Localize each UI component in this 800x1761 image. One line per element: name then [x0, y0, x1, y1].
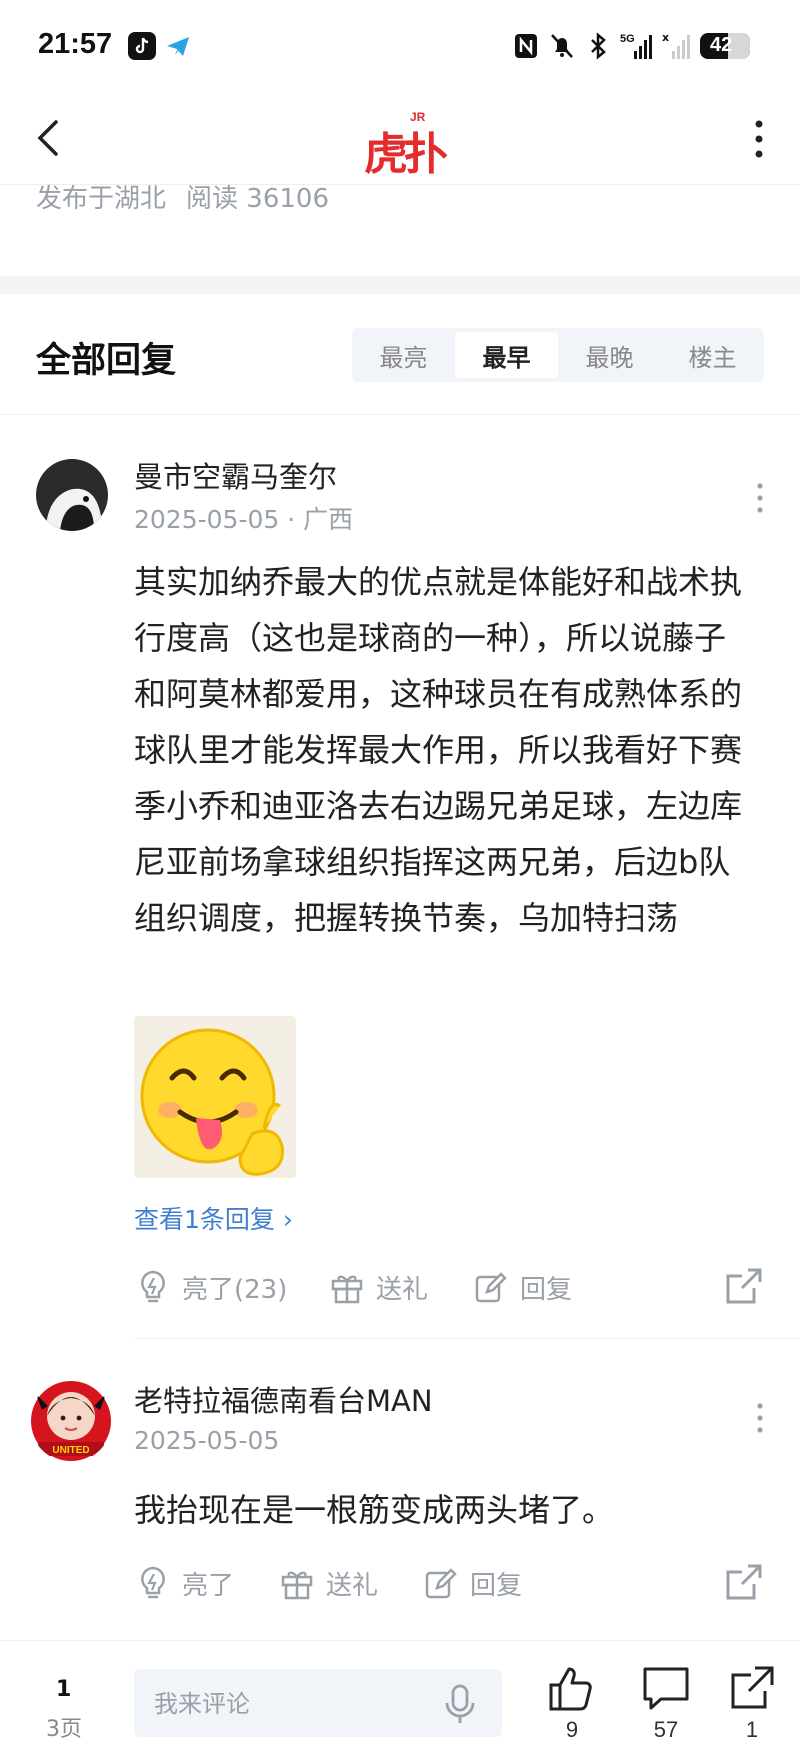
- share-button[interactable]: 1: [722, 1665, 782, 1755]
- comment-username[interactable]: 老特拉福德南看台MAN: [134, 1378, 433, 1420]
- replies-title: 全部回复: [36, 341, 177, 381]
- sort-tab-latest[interactable]: 最晚: [558, 328, 661, 382]
- telegram-icon: [164, 32, 192, 60]
- comment-body: 我抬现在是一根筋变成两头堵了。: [134, 1491, 615, 1529]
- like-button[interactable]: 亮了(23): [134, 1262, 287, 1312]
- hupu-logo: 虎扑 JR: [364, 110, 448, 180]
- edit-icon: [425, 1568, 457, 1599]
- signal-weak-icon: x: [662, 31, 690, 59]
- comment-meta: 2025-05-05 · 广西: [134, 505, 354, 534]
- gift-label: 送礼: [376, 1274, 429, 1305]
- post-meta: 发布于湖北 阅读 36106: [36, 178, 329, 215]
- section-divider: [0, 276, 800, 294]
- nfc-icon: [515, 34, 537, 58]
- status-icons: 5G x 42: [512, 30, 750, 62]
- lightbulb-icon: [141, 1566, 165, 1599]
- reply-label: 回复: [470, 1570, 523, 1601]
- svg-text:5G: 5G: [620, 33, 635, 45]
- microphone-icon[interactable]: [440, 1683, 480, 1725]
- post-reads: 阅读 36106: [186, 184, 329, 214]
- nav-bar: 虎扑 JR: [0, 92, 800, 185]
- like-label: 亮了(23): [182, 1274, 288, 1305]
- like-button[interactable]: 亮了: [134, 1558, 234, 1608]
- like-count: 9: [565, 1717, 579, 1742]
- avatar-text: UNITED: [52, 1445, 89, 1456]
- comment-username[interactable]: 曼市空霸马奎尔: [134, 454, 337, 496]
- avatar[interactable]: UNITED: [30, 1380, 112, 1462]
- svg-text:x: x: [662, 31, 669, 44]
- post-location: 发布于湖北: [36, 184, 167, 214]
- gift-button[interactable]: 送礼: [278, 1558, 378, 1608]
- page-current[interactable]: 1: [56, 1677, 71, 1702]
- comment-bubble-icon: [643, 1667, 689, 1710]
- status-bar: 21:57 5G x 42: [0, 0, 800, 92]
- reply-button[interactable]: 回复: [422, 1558, 522, 1608]
- gift-label: 送礼: [326, 1570, 379, 1601]
- comment-count: 57: [653, 1717, 679, 1742]
- comments-button[interactable]: 57: [636, 1665, 696, 1755]
- share-count: 1: [745, 1717, 759, 1742]
- sticker-image[interactable]: [134, 1016, 296, 1178]
- view-replies-link[interactable]: 查看1条回复 ›: [134, 1200, 293, 1236]
- edit-icon: [475, 1272, 507, 1303]
- gift-icon: [281, 1571, 313, 1600]
- share-icon[interactable]: [724, 1266, 764, 1306]
- tiktok-icon: [128, 32, 156, 60]
- bottom-bar: 1 3页 9 57 1: [0, 1640, 800, 1761]
- comment-input-box[interactable]: [134, 1669, 502, 1739]
- more-vertical-icon[interactable]: [744, 116, 774, 162]
- sort-tab-earliest[interactable]: 最早: [455, 332, 558, 378]
- comment-item: UNITED 老特拉福德南看台MAN 2025-05-05 我抬现在是一根筋变成…: [0, 1344, 800, 1640]
- view-replies-label: 查看1条回复: [134, 1205, 275, 1234]
- page-total[interactable]: 3页: [46, 1711, 82, 1743]
- comment-actions: 亮了(23) 送礼 回复: [134, 1262, 764, 1312]
- thumbs-up-icon: [549, 1667, 592, 1711]
- status-time: 21:57: [38, 28, 113, 60]
- comment-item: 曼市空霸马奎尔 2025-05-05 · 广西 其实加纳乔最大的优点就是体能好和…: [0, 414, 800, 1344]
- like-label: 亮了: [182, 1570, 235, 1601]
- logo-badge: JR: [410, 110, 426, 124]
- comment-body: 其实加纳乔最大的优点就是体能好和战术执行度高（这也是球商的一种），所以说藤子和阿…: [134, 563, 743, 937]
- sort-tabs: 最亮 最早 最晚 楼主: [352, 328, 764, 382]
- comment-separator: [134, 1338, 800, 1339]
- reply-label: 回复: [520, 1274, 573, 1305]
- comment-input[interactable]: [152, 1669, 426, 1739]
- lightbulb-icon: [141, 1270, 165, 1303]
- thumbs-up-button[interactable]: 9: [542, 1665, 602, 1755]
- sort-tab-brightest[interactable]: 最亮: [352, 328, 455, 382]
- comment-more-icon[interactable]: [750, 1400, 770, 1436]
- battery-level: 42: [710, 34, 733, 56]
- comment-meta: 2025-05-05: [134, 1426, 280, 1455]
- gift-icon: [331, 1275, 363, 1304]
- battery-icon: 42: [700, 33, 750, 59]
- reply-button[interactable]: 回复: [472, 1262, 572, 1312]
- mute-bell-icon: [551, 34, 573, 58]
- comment-more-icon[interactable]: [750, 480, 770, 516]
- avatar[interactable]: [36, 459, 108, 531]
- sort-tab-op[interactable]: 楼主: [661, 328, 764, 382]
- back-arrow-icon[interactable]: [30, 116, 70, 160]
- reply-header: 全部回复 最亮 最早 最晚 楼主: [0, 294, 800, 415]
- share-arrow-icon: [731, 1666, 774, 1709]
- logo-text: 虎扑: [364, 129, 448, 180]
- comment-actions: 亮了 送礼 回复: [134, 1558, 764, 1608]
- signal-5g-icon: 5G: [620, 33, 652, 59]
- gift-button[interactable]: 送礼: [328, 1262, 428, 1312]
- bluetooth-icon: [591, 32, 606, 60]
- share-icon[interactable]: [724, 1562, 764, 1602]
